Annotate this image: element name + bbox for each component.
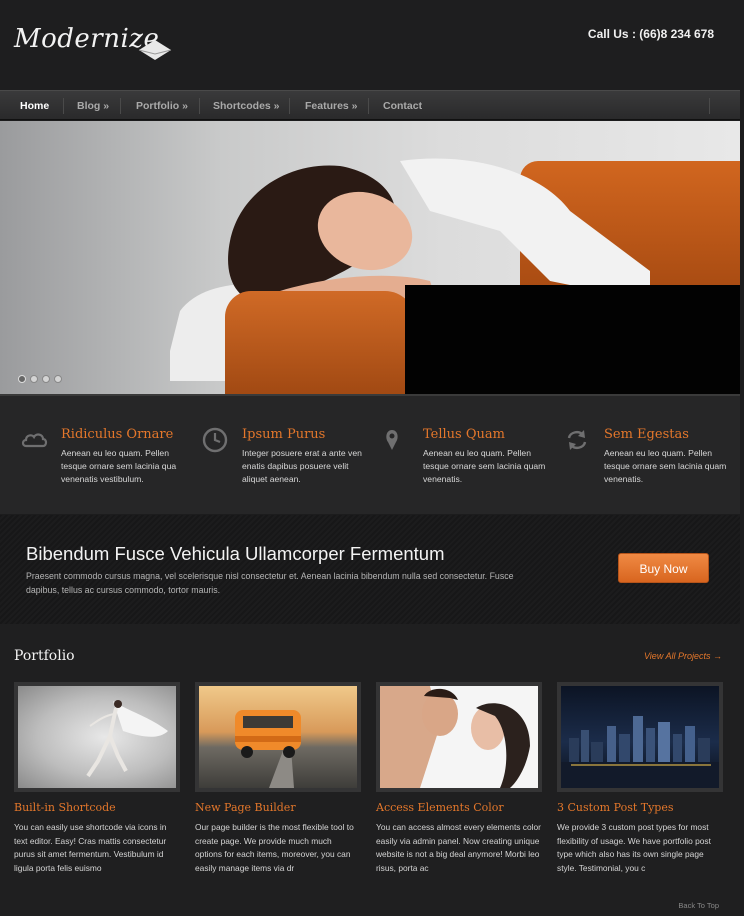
cta-title: Bibendum Fusce Vehicula Ullamcorper Ferm… <box>26 543 445 564</box>
back-to-top-link[interactable]: Back To Top <box>678 901 719 910</box>
feature-title[interactable]: Ipsum Purus <box>242 427 325 442</box>
feature-title[interactable]: Sem Egestas <box>604 427 689 442</box>
portfolio-item-text: You can easily use shortcode via icons i… <box>14 822 167 873</box>
feature-title[interactable]: Tellus Quam <box>423 427 505 442</box>
nav-separator <box>120 98 121 114</box>
slider-dot-3[interactable] <box>42 375 50 383</box>
nav-item-blog[interactable]: Blog » <box>77 91 109 121</box>
slider-dot-1[interactable] <box>18 375 26 383</box>
hero-slider[interactable] <box>0 121 740 394</box>
nav-item-features[interactable]: Features » <box>305 91 358 121</box>
nav-item-contact[interactable]: Contact <box>383 91 422 121</box>
call-us-text: Call Us : (66)8 234 678 <box>587 27 714 41</box>
nav-separator <box>199 98 200 114</box>
dancer-figure-image <box>86 700 168 778</box>
nav-separator <box>368 98 369 114</box>
portfolio-thumbnail-city[interactable] <box>557 682 723 792</box>
cta-text: Praesent commodo cursus magna, vel scele… <box>26 571 514 595</box>
hero-dark-panel <box>405 285 740 394</box>
features-section: Ridiculus Ornare Aenean eu leo quam. Pel… <box>0 394 740 514</box>
feature-text: Aenean eu leo quam. Pellen tesque ornare… <box>61 448 177 484</box>
feature-title[interactable]: Ridiculus Ornare <box>61 427 173 442</box>
portfolio-thumbnail-dancer[interactable] <box>14 682 180 792</box>
feature-text: Aenean eu leo quam. Pellen tesque ornare… <box>423 448 546 484</box>
slider-dot-4[interactable] <box>54 375 62 383</box>
nav-separator <box>709 98 710 114</box>
slider-dot-2[interactable] <box>30 375 38 383</box>
slider-pagination <box>18 370 66 388</box>
hero-sofa-arm <box>225 291 415 394</box>
portfolio-item-title[interactable]: Access Elements Color <box>376 801 504 814</box>
portfolio-title: Portfolio <box>14 648 75 664</box>
main-nav: Home Blog » Portfolio » Shortcodes » Fea… <box>0 90 740 120</box>
buy-now-button[interactable]: Buy Now <box>618 553 709 583</box>
portfolio-item-title[interactable]: Built-in Shortcode <box>14 801 116 814</box>
logo-diamond-icon <box>138 40 172 60</box>
couple-image <box>380 686 530 788</box>
feature-text: Integer posuere erat a ante ven enatis d… <box>242 448 362 484</box>
site-header: Modernize Call Us : (66)8 234 678 <box>0 0 744 90</box>
cloud-icon <box>21 433 48 448</box>
portfolio-item-text: We provide 3 custom post types for most … <box>557 822 711 873</box>
portfolio-item-title[interactable]: 3 Custom Post Types <box>557 801 674 814</box>
portfolio-item-text: Our page builder is the most flexible to… <box>195 822 354 873</box>
map-pin-icon <box>386 430 398 450</box>
city-skyline-image <box>561 716 719 788</box>
clock-icon <box>202 427 228 453</box>
portfolio-item-text: You can access almost every elements col… <box>376 822 541 873</box>
call-to-action-section: Bibendum Fusce Vehicula Ullamcorper Ferm… <box>0 515 740 624</box>
nav-separator <box>289 98 290 114</box>
view-all-projects-link[interactable]: View All Projects → <box>644 651 722 661</box>
portfolio-thumbnail-bus[interactable] <box>195 682 361 792</box>
nav-item-home[interactable]: Home <box>20 91 49 121</box>
orange-bus-image <box>235 710 301 788</box>
nav-separator <box>63 98 64 114</box>
nav-item-portfolio[interactable]: Portfolio » <box>136 91 188 121</box>
feature-text: Aenean eu leo quam. Pellen tesque ornare… <box>604 448 727 484</box>
portfolio-thumbnail-couple[interactable] <box>376 682 542 792</box>
portfolio-item-title[interactable]: New Page Builder <box>195 801 296 814</box>
refresh-icon <box>567 430 587 450</box>
portfolio-section: Portfolio View All Projects → Built-in S… <box>0 624 740 916</box>
nav-item-shortcodes[interactable]: Shortcodes » <box>213 91 280 121</box>
